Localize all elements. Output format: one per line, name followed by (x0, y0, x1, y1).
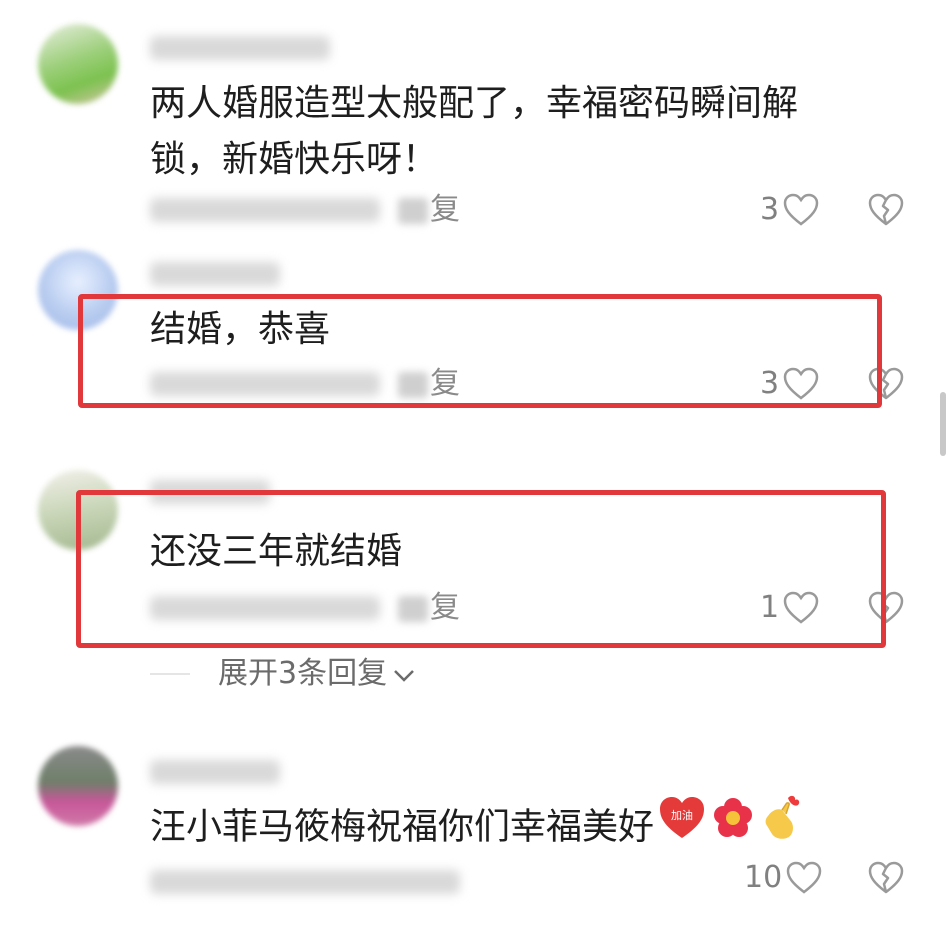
red-highlight-box (76, 490, 886, 648)
comment-text: 汪小菲马筱梅祝福你们幸福美好 加油 (150, 794, 806, 863)
like-count: 10 (744, 860, 783, 895)
like-button[interactable]: 3 (760, 190, 819, 230)
heart-jiayou-emoji: 加油 (658, 795, 706, 862)
divider (150, 673, 190, 675)
like-button[interactable]: 10 (744, 858, 822, 898)
meta-blurred (150, 870, 460, 894)
broken-heart-icon[interactable] (868, 193, 904, 227)
avatar[interactable] (38, 24, 118, 104)
finger-heart-emoji (760, 794, 806, 863)
username-blurred (150, 760, 280, 784)
avatar[interactable] (38, 746, 118, 826)
meta-blurred (150, 198, 380, 222)
expand-replies-button[interactable]: 展开3条回复 (218, 652, 415, 696)
username-blurred (150, 36, 330, 60)
svg-text:加油: 加油 (671, 808, 693, 822)
red-highlight-box (78, 294, 882, 408)
comment-text-line2: 锁，新婚快乐呀！ (150, 139, 439, 180)
heart-outline-icon (783, 193, 819, 227)
reply-button[interactable]: 复 (398, 190, 460, 230)
comment-text: 两人婚服造型太般配了，幸福密码瞬间解 (150, 83, 799, 124)
broken-heart-icon[interactable] (868, 861, 904, 895)
chevron-down-icon (393, 652, 415, 696)
flower-emoji (710, 795, 756, 862)
expand-replies-label: 展开3条回复 (218, 656, 388, 691)
scrollbar[interactable] (940, 392, 946, 456)
heart-outline-icon (786, 861, 822, 895)
like-count: 3 (760, 192, 780, 227)
username-blurred (150, 262, 280, 286)
